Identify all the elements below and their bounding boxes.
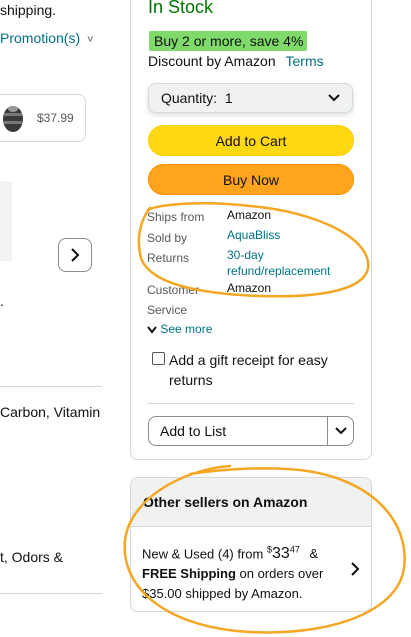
- stock-status: In Stock: [148, 0, 214, 17]
- add-to-cart-button[interactable]: Add to Cart: [148, 125, 354, 156]
- chevron-right-icon: [71, 248, 80, 262]
- chevron-right-icon[interactable]: [351, 562, 360, 576]
- offer-prefix: New & Used (4) from: [142, 546, 264, 562]
- carousel-next-button[interactable]: [58, 238, 92, 272]
- promotions-label: Promotion(s): [0, 30, 81, 46]
- offer-amp: &: [309, 546, 319, 562]
- quantity-select[interactable]: Quantity: 1: [148, 83, 353, 113]
- feature-text-fragment: Carbon, Vitamin: [0, 404, 101, 420]
- free-shipping-label: FREE Shipping: [142, 566, 236, 582]
- see-more-label: See more: [160, 322, 213, 336]
- terms-link[interactable]: Terms: [286, 53, 324, 69]
- customer-service-value: Amazon: [227, 281, 272, 295]
- add-to-list-label: Add to List: [160, 423, 227, 439]
- price-fraction: 47: [289, 545, 300, 555]
- offer-suffix-1: on orders over: [235, 566, 324, 582]
- see-more-link[interactable]: See more: [147, 322, 212, 336]
- discount-text: Discount by Amazon: [148, 53, 276, 69]
- ships-from-label: Ships from: [147, 210, 205, 224]
- product-variant-card[interactable]: $37.99: [0, 94, 86, 142]
- returns-label: Returns: [147, 251, 190, 265]
- other-sellers-title: Other sellers on Amazon: [131, 478, 371, 527]
- sold-by-label: Sold by: [147, 231, 188, 245]
- split-divider: [327, 417, 328, 445]
- price-whole: 33: [272, 545, 290, 563]
- returns-value-line2: refund/replacement: [227, 264, 331, 278]
- add-to-list-button[interactable]: Add to List: [148, 416, 354, 446]
- buy-now-button[interactable]: Buy Now: [148, 164, 354, 195]
- divider: [0, 593, 102, 594]
- product-image-strip: [0, 181, 12, 261]
- quantity-label: Quantity:: [161, 90, 218, 106]
- seller-link[interactable]: AquaBliss: [227, 227, 280, 243]
- promotion-badge: Buy 2 or more, save 4%: [149, 31, 307, 51]
- offer-line-1: New & Used (4) from $3347 &: [142, 540, 342, 564]
- ships-from-value: Amazon: [227, 208, 272, 222]
- feature-text-fragment-2: t, Odors &: [0, 549, 64, 565]
- chevron-down-icon: [147, 326, 157, 334]
- product-thumbnail-icon: [3, 106, 23, 132]
- divider: [0, 386, 102, 387]
- promotions-link[interactable]: Promotion(s) ˅: [0, 29, 93, 49]
- gift-receipt-label: Add a gift receipt for easy returns: [169, 350, 328, 390]
- returns-value-line1: 30-day: [227, 248, 264, 262]
- returns-policy-link[interactable]: 30-day refund/replacement: [227, 247, 330, 279]
- offer-line-2: FREE Shipping on orders over: [142, 564, 342, 584]
- variant-price: $37.99: [37, 111, 74, 125]
- quantity-value: 1: [224, 90, 233, 106]
- customer-service-label-line1: Customer: [147, 283, 200, 297]
- customer-service-label-line2: Service: [147, 303, 188, 317]
- other-sellers-offer[interactable]: New & Used (4) from $3347 & FREE Shippin…: [142, 540, 342, 604]
- gift-receipt-checkbox[interactable]: [152, 352, 165, 365]
- shipping-text-fragment: shipping.: [0, 2, 57, 18]
- text-fragment: .: [0, 293, 4, 309]
- divider: [147, 403, 354, 404]
- gift-receipt-label-line1: Add a gift receipt for easy: [169, 352, 328, 368]
- discount-line: Discount by Amazon Terms: [148, 52, 324, 70]
- offer-price: $3347: [267, 545, 300, 563]
- dropdown-arrow-icon[interactable]: [335, 427, 347, 435]
- chevron-down-icon: [328, 94, 340, 102]
- customer-service-label: Customer Service: [147, 280, 199, 320]
- other-sellers-card: Other sellers on Amazon New & Used (4) f…: [130, 477, 372, 612]
- gift-receipt-label-line2: returns: [169, 372, 213, 388]
- offer-line-3: $35.00 shipped by Amazon.: [142, 586, 303, 602]
- chevron-down-icon: ˅: [87, 34, 94, 46]
